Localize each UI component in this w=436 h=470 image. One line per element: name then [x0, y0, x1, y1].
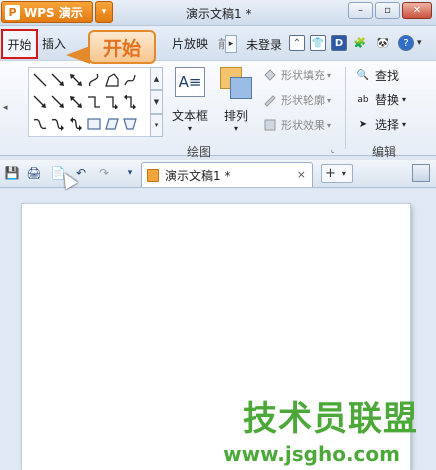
replace-icon: ab [357, 94, 369, 105]
find-button[interactable]: 🔍 查找 [356, 67, 399, 84]
docer-icon[interactable]: D [331, 35, 347, 51]
gallery-more-icon[interactable]: ▾ [150, 113, 163, 137]
select-button[interactable]: ➤ 选择 ▾ [356, 116, 406, 133]
ribbon-scroll-left-icon[interactable]: ◂ [3, 103, 8, 113]
paint-bucket-icon [264, 69, 276, 81]
window-title: 演示文稿1 * [186, 7, 252, 21]
save-icon[interactable]: 💾 [4, 165, 20, 181]
binoculars-icon: 🔍 [356, 70, 370, 81]
connector-arrow-icon[interactable] [49, 91, 67, 113]
start-tab-callout: 开始 [88, 30, 156, 64]
pointer-icon: ➤ [358, 119, 368, 130]
new-tab-button[interactable]: + ▾ [321, 164, 353, 183]
parallelogram-shape-icon[interactable] [103, 113, 121, 135]
close-tab-icon[interactable]: × [297, 168, 306, 181]
callout-pointer [66, 46, 90, 64]
curved-connector-arrow-icon[interactable] [49, 113, 67, 135]
ribbon-panel: ◂ ▲ ▼ ▾ A≡ 文本框 ▾ 排列 ▾ 形状填充 ▾ 形状轮廓 ▾ 形状效果… [0, 60, 436, 159]
app-name: WPS 演示 [24, 5, 83, 20]
gallery-scroll-up-icon[interactable]: ▲ [150, 67, 163, 91]
customize-toolbar-icon[interactable]: ▾ [122, 165, 138, 181]
wps-logo-icon: P [5, 4, 20, 20]
draw-group-label: 绘图 [187, 145, 212, 159]
help-icon[interactable]: ? [398, 35, 414, 51]
connector-double-arrow-icon[interactable] [67, 91, 85, 113]
elbow-connector-icon[interactable] [85, 91, 103, 113]
shape-outline-label: 形状轮廓 [281, 94, 325, 107]
replace-button[interactable]: ab 替换 ▾ [356, 91, 406, 108]
replace-label: 替换 [375, 93, 400, 107]
shape-effect-button[interactable]: 形状效果 ▾ [263, 117, 331, 133]
find-label: 查找 [375, 69, 400, 83]
app-menu-dropdown-button[interactable]: ▾ [95, 1, 113, 23]
editing-workspace: 技术员联盟 www.jsgho.com [0, 189, 436, 470]
text-box-dropdown-icon: ▾ [188, 124, 193, 133]
elbow-connector-arrow-icon[interactable] [103, 91, 121, 113]
arrange-label: 排列 [223, 109, 248, 123]
shape-effect-label: 形状效果 [281, 119, 325, 132]
curved-connector-icon[interactable] [31, 113, 49, 135]
print-icon[interactable]: 🖨 [26, 165, 42, 181]
text-box-label: 文本框 [172, 109, 209, 123]
shapes-gallery-scroll: ▲ ▼ ▾ [150, 67, 163, 137]
double-arrow-shape-icon[interactable] [67, 69, 85, 91]
pen-icon [264, 95, 276, 107]
arrange-icon [220, 67, 252, 99]
gallery-scroll-down-icon[interactable]: ▼ [150, 90, 163, 114]
shape-fill-label: 形状填充 [281, 69, 325, 82]
curved-connector-double-icon[interactable] [67, 113, 85, 135]
dialog-launcher-icon[interactable]: ⌞ [331, 145, 335, 154]
login-status[interactable]: 未登录 [246, 36, 282, 53]
shapes-gallery [28, 67, 158, 137]
document-tab-label: 演示文稿1 * [165, 168, 231, 183]
freeform-shape-icon[interactable] [103, 69, 121, 91]
new-tab-dropdown-icon[interactable]: ▾ [342, 169, 346, 178]
redo-icon[interactable]: ↷ [96, 165, 112, 181]
line-shape-icon[interactable] [31, 69, 49, 91]
task-pane-toggle-button[interactable] [412, 164, 430, 182]
trapezoid-shape-icon[interactable] [121, 113, 139, 135]
tab-scroll-right-button[interactable]: ▸ [225, 35, 237, 53]
window-controls: – ▫ ✕ [348, 2, 432, 19]
shape-outline-button[interactable]: 形状轮廓 ▾ [263, 92, 331, 108]
maximize-button[interactable]: ▫ [375, 2, 400, 19]
community-icon[interactable]: 🧩 [352, 35, 368, 51]
text-box-button[interactable]: A≡ 文本框 ▾ [172, 67, 208, 133]
close-window-button[interactable]: ✕ [402, 2, 432, 19]
arrange-button[interactable]: 排列 ▾ [220, 67, 252, 133]
rectangle-shape-icon[interactable] [85, 113, 103, 135]
arrow-shape-icon[interactable] [49, 69, 67, 91]
avatar-icon[interactable]: 🐼 [375, 35, 391, 51]
tab-insert[interactable]: 插入 [42, 35, 66, 52]
wps-app-menu-button[interactable]: P WPS 演示 [1, 1, 93, 23]
collapse-ribbon-icon[interactable]: ⌃ [289, 35, 305, 51]
scribble-shape-icon[interactable] [121, 69, 139, 91]
minimize-button[interactable]: – [348, 2, 373, 19]
tab-start[interactable]: 开始 [1, 29, 38, 59]
presentation-doc-icon [147, 168, 159, 182]
elbow-arrow-icon[interactable] [31, 91, 49, 113]
edit-group-label: 编辑 [372, 145, 397, 159]
arrange-dropdown-icon: ▾ [233, 124, 238, 133]
watermark-url: www.jsgho.com [223, 442, 400, 466]
shape-effect-icon [264, 119, 276, 131]
curve-shape-icon[interactable] [85, 69, 103, 91]
help-dropdown-icon[interactable]: ▾ [417, 38, 422, 48]
text-box-icon: A≡ [175, 67, 205, 97]
tab-slideshow[interactable]: 片放映 [172, 35, 208, 52]
skin-icon[interactable]: 👕 [310, 35, 326, 51]
document-tab[interactable]: 演示文稿1 * × [141, 162, 313, 187]
elbow-connector-double-icon[interactable] [121, 91, 139, 113]
shape-fill-button[interactable]: 形状填充 ▾ [263, 67, 331, 83]
select-label: 选择 [375, 118, 400, 132]
watermark-text: 技术员联盟 [243, 399, 418, 439]
title-bar: P WPS 演示 ▾ 演示文稿1 * – ▫ ✕ [0, 0, 436, 26]
plus-icon: + [325, 166, 336, 181]
